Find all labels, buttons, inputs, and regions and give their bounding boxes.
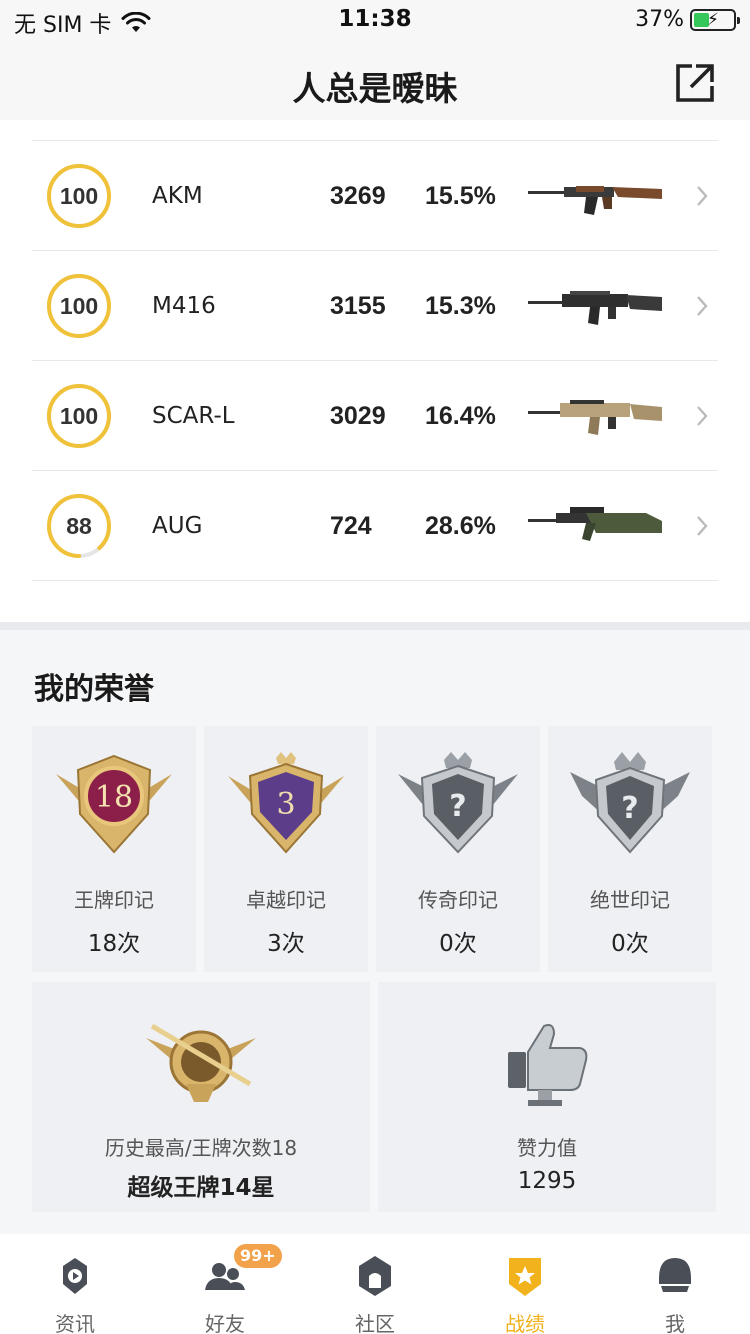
nav-header: 人总是暧昧 — [0, 40, 750, 120]
community-icon — [359, 1256, 391, 1296]
rifle-image — [528, 507, 662, 541]
honor-label: 传奇印记 — [418, 888, 498, 912]
ace-rank-badge-icon — [146, 1023, 256, 1102]
honor-card-peerless[interactable]: ? 绝世印记 0次 — [548, 726, 712, 972]
status-right: 37% ⚡ — [635, 7, 740, 32]
best-rank-label: 历史最高/王牌次数18 — [104, 1136, 298, 1160]
tab-label: 社区 — [355, 1312, 395, 1334]
honor-card-ace[interactable]: 18 王牌印记 18次 — [32, 726, 196, 972]
ace-mark-badge-icon: 18 — [56, 754, 172, 854]
share-icon[interactable] — [674, 62, 716, 104]
svg-text:18: 18 — [95, 780, 133, 815]
tab-label: 资讯 — [55, 1312, 95, 1334]
charging-bolt-icon: ⚡ — [707, 9, 719, 30]
tab-label: 好友 — [205, 1312, 245, 1334]
chevron-right-icon — [697, 406, 708, 426]
news-icon — [63, 1258, 87, 1294]
weapon-row[interactable]: 100 SCAR-L 3029 16.4% — [32, 361, 718, 471]
likes-label: 赞力值 — [517, 1136, 577, 1160]
best-rank-value: 超级王牌14星 — [127, 1175, 275, 1201]
weapon-name: M416 — [152, 293, 216, 319]
weapon-name: SCAR-L — [152, 403, 235, 429]
weapon-list[interactable]: 100 UMP45 2803 16.3% 100 AKM 3269 15.5% … — [0, 70, 750, 622]
honor-card-best-rank[interactable]: 历史最高/王牌次数18 超级王牌14星 — [32, 982, 370, 1212]
honor-value: 0次 — [439, 931, 477, 957]
weapon-row[interactable]: 88 AUG 724 28.6% — [32, 471, 718, 581]
proficiency-score: 100 — [59, 403, 99, 429]
honor-label: 绝世印记 — [590, 888, 670, 912]
excellence-mark-badge-icon: 3 — [228, 752, 344, 854]
rifle-image — [528, 291, 662, 325]
proficiency-score: 100 — [59, 183, 99, 209]
section-divider — [0, 622, 750, 630]
weapon-rate: 15.5% — [425, 182, 496, 210]
weapon-name: AKM — [152, 183, 203, 209]
tab-friends[interactable]: 99+ 好友 — [150, 1234, 300, 1334]
tab-label: 我 — [665, 1312, 685, 1334]
battery-percent: 37% — [635, 7, 684, 32]
tab-bar: 资讯 99+ 好友 社区 战绩 我 — [0, 1234, 750, 1334]
tab-profile[interactable]: 我 — [600, 1234, 750, 1334]
tab-label: 战绩 — [505, 1312, 545, 1334]
weapon-rate: 28.6% — [425, 512, 496, 540]
proficiency-score: 100 — [59, 293, 99, 319]
record-icon — [509, 1258, 541, 1296]
rifle-image — [528, 186, 662, 215]
tab-record[interactable]: 战绩 — [450, 1234, 600, 1334]
honor-label: 卓越印记 — [246, 888, 326, 912]
chevron-right-icon — [697, 186, 708, 206]
weapon-kills: 3155 — [330, 292, 386, 320]
honor-card-legend[interactable]: ? 传奇印记 0次 — [376, 726, 540, 972]
weapon-name: AUG — [152, 513, 203, 539]
battery-icon: ⚡ — [690, 8, 740, 31]
weapon-row[interactable]: 100 AKM 3269 15.5% — [32, 141, 718, 251]
weapon-kills: 724 — [330, 512, 372, 540]
legend-mark-badge-icon: ? — [398, 752, 518, 854]
likes-value: 1295 — [517, 1168, 577, 1194]
status-bar: 无 SIM 卡 11:38 37% ⚡ — [0, 0, 750, 40]
weapon-row[interactable]: 100 M416 3155 15.3% — [32, 251, 718, 361]
tab-news[interactable]: 资讯 — [0, 1234, 150, 1334]
honors-title: 我的荣誉 — [34, 672, 154, 707]
rifle-image — [528, 400, 662, 435]
proficiency-score: 88 — [66, 513, 92, 539]
profile-icon — [659, 1258, 691, 1292]
friends-count-badge: 99+ — [234, 1244, 282, 1268]
tab-community[interactable]: 社区 — [300, 1234, 450, 1334]
honor-card-likes[interactable]: 赞力值 1295 — [378, 982, 716, 1212]
chevron-right-icon — [697, 516, 708, 536]
thumbs-up-trophy-icon — [508, 1024, 588, 1106]
honor-label: 王牌印记 — [74, 888, 154, 912]
chevron-right-icon — [697, 296, 708, 316]
peerless-mark-badge-icon: ? — [570, 752, 690, 854]
svg-text:?: ? — [621, 791, 638, 826]
weapon-kills: 3269 — [330, 182, 386, 210]
svg-text:3: 3 — [276, 787, 295, 822]
weapon-rate: 15.3% — [425, 292, 496, 320]
svg-text:?: ? — [449, 789, 466, 824]
honor-value: 3次 — [267, 931, 305, 957]
page-title: 人总是暧昧 — [292, 69, 458, 108]
weapon-rate: 16.4% — [425, 402, 496, 430]
honor-value: 18次 — [87, 931, 141, 957]
honor-card-excellence[interactable]: 3 卓越印记 3次 — [204, 726, 368, 972]
weapon-kills: 3029 — [330, 402, 386, 430]
honor-value: 0次 — [611, 931, 649, 957]
